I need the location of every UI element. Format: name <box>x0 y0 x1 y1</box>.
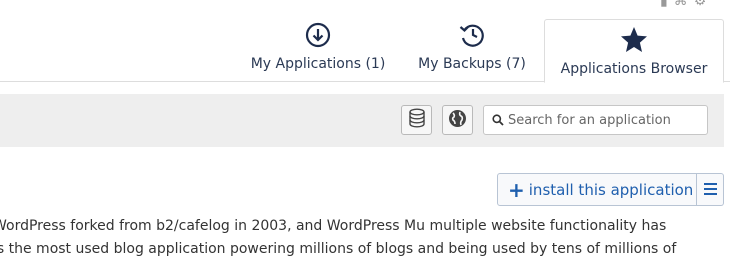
download-circle-icon <box>305 22 331 54</box>
database-filter-button[interactable] <box>401 105 432 135</box>
search-field[interactable] <box>483 105 708 135</box>
tab-applications-browser[interactable]: Applications Browser <box>544 19 724 83</box>
app-description-line: is the most used blog application poweri… <box>0 241 677 257</box>
tabs-bar: My Applications (1) My Backups (7) Appli… <box>0 0 730 83</box>
tab-my-applications[interactable]: My Applications (1) <box>248 22 388 82</box>
tab-label: My Applications (1) <box>250 56 386 72</box>
search-input[interactable] <box>508 112 703 128</box>
menu-icon <box>703 180 717 199</box>
globe-icon <box>448 109 467 132</box>
install-button-group: + install this application <box>497 173 724 206</box>
tab-my-backups[interactable]: My Backups (7) <box>410 22 534 82</box>
install-application-button[interactable]: + install this application <box>497 173 697 206</box>
install-button-label: install this application <box>528 180 694 199</box>
database-icon <box>408 108 426 132</box>
plus-icon: + <box>508 177 525 202</box>
globe-filter-button[interactable] <box>442 105 473 135</box>
install-options-menu-button[interactable] <box>697 173 724 206</box>
search-icon <box>492 111 504 130</box>
app-description-line: WordPress forked from b2/cafelog in 2003… <box>0 218 667 234</box>
history-icon <box>458 22 486 54</box>
tab-label: Applications Browser <box>560 61 708 77</box>
tab-label: My Backups (7) <box>418 56 526 72</box>
star-icon <box>620 26 648 58</box>
browser-toolbar <box>0 94 724 147</box>
